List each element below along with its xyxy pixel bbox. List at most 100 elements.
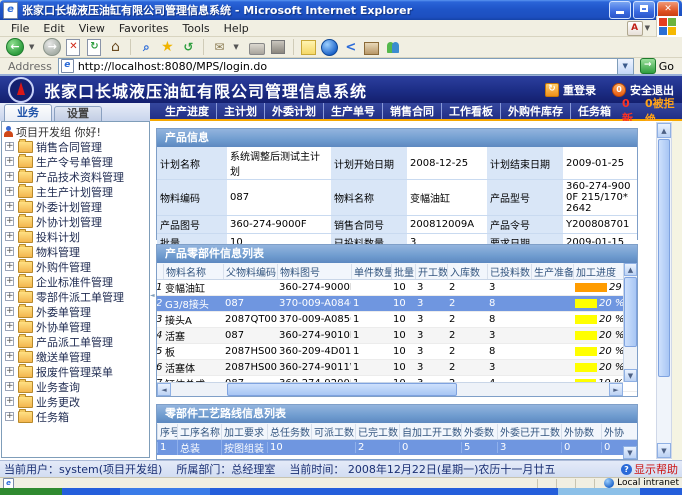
col-total-tasks[interactable]: 总任务数 xyxy=(267,424,311,439)
col-material-name[interactable]: 物料名称 xyxy=(163,264,223,279)
sidebar-item-master-plan[interactable]: +主生产计划管理 xyxy=(2,184,149,199)
print-icon[interactable] xyxy=(248,38,266,56)
mail-dropdown-icon[interactable]: ▼ xyxy=(233,43,238,51)
research-book-icon[interactable] xyxy=(363,38,381,56)
nav-purchased-inventory[interactable]: 外购件库存 xyxy=(500,103,570,119)
col-batch[interactable]: 批量 xyxy=(391,264,415,279)
taskbar-button[interactable] xyxy=(120,488,210,495)
expand-icon[interactable]: + xyxy=(5,232,14,241)
expand-icon[interactable]: + xyxy=(5,397,14,406)
expand-icon[interactable]: + xyxy=(5,262,14,271)
scrollbar-thumb[interactable] xyxy=(658,139,670,377)
scroll-down-icon[interactable]: ▼ xyxy=(624,369,637,382)
menu-help[interactable]: Help xyxy=(217,22,256,35)
expand-icon[interactable]: + xyxy=(5,292,14,301)
home-icon[interactable]: ⌂ xyxy=(106,38,124,56)
mail-icon[interactable]: ✉ xyxy=(210,38,228,56)
expand-icon[interactable]: + xyxy=(5,217,14,226)
pdf-toolbar-icon[interactable]: A xyxy=(627,21,643,36)
sidebar-item-coop-order[interactable]: +外协单管理 xyxy=(2,319,149,334)
sidebar-item-purchased-parts[interactable]: +外购件管理 xyxy=(2,259,149,274)
sidebar-item-coop-plan[interactable]: +外协计划管理 xyxy=(2,214,149,229)
note-icon[interactable] xyxy=(300,38,318,56)
nav-task-box[interactable]: 任务箱 xyxy=(570,103,618,119)
maximize-button[interactable] xyxy=(633,1,655,19)
col-outsourced-started[interactable]: 外委已开工数 xyxy=(497,424,561,439)
expand-icon[interactable]: + xyxy=(5,337,14,346)
nav-outsource-plan[interactable]: 外委计划 xyxy=(264,103,323,119)
expand-icon[interactable]: + xyxy=(5,367,14,376)
expand-icon[interactable]: + xyxy=(5,247,14,256)
nav-master-plan[interactable]: 主计划 xyxy=(216,103,264,119)
sidebar-item-scrap-mgmt[interactable]: +报废件管理菜单 xyxy=(2,364,149,379)
col-started[interactable]: 开工数 xyxy=(415,264,447,279)
flashget-icon[interactable]: < xyxy=(342,38,360,56)
parts-vertical-scrollbar[interactable]: ▲ ▼ xyxy=(623,263,637,382)
col-unit-qty[interactable]: 单件数量 xyxy=(351,264,391,279)
expand-icon[interactable]: + xyxy=(5,277,14,286)
col-drawing-no[interactable]: 物料图号 xyxy=(277,264,351,279)
taskbar-button[interactable] xyxy=(558,488,640,495)
nav-production-order[interactable]: 生产单号 xyxy=(323,103,382,119)
menu-tools[interactable]: Tools xyxy=(176,22,217,35)
menu-view[interactable]: View xyxy=(72,22,112,35)
expand-icon[interactable]: + xyxy=(5,352,14,361)
edit-icon[interactable] xyxy=(269,38,287,56)
sidebar-item-business-change[interactable]: +业务更改 xyxy=(2,394,149,409)
table-row[interactable]: 1 变幅油缸 360-274-9000F 103 23 29 % xyxy=(157,280,637,296)
sidebar-item-sales-contract[interactable]: +销售合同管理 xyxy=(2,139,149,154)
refresh-icon[interactable]: ↻ xyxy=(85,38,103,56)
tab-settings[interactable]: 设置 xyxy=(54,106,102,121)
scroll-right-icon[interactable]: ► xyxy=(609,383,623,396)
page-vertical-scrollbar[interactable]: ▲ ▼ xyxy=(656,122,672,459)
col-self-started[interactable]: 自加工开工数 xyxy=(399,424,461,439)
expand-icon[interactable]: + xyxy=(5,202,14,211)
expand-icon[interactable]: + xyxy=(5,307,14,316)
table-row[interactable]: 4 活塞087 360-274-9010F1 103 23 20 % xyxy=(157,328,637,344)
sidebar-item-task-box[interactable]: +任务箱 xyxy=(2,409,149,424)
expand-icon[interactable]: + xyxy=(5,157,14,166)
forward-icon[interactable]: → xyxy=(43,38,61,56)
sidebar-item-outsource-order[interactable]: +外委单管理 xyxy=(2,304,149,319)
table-row[interactable]: 5 板2087HS002 360-209-4D0101 103 28 20 % xyxy=(157,344,637,360)
scroll-up-icon[interactable]: ▲ xyxy=(657,123,671,138)
relogin-button[interactable]: ↻ 重登录 xyxy=(545,82,596,98)
go-button[interactable]: → Go xyxy=(634,58,680,74)
col-prep[interactable]: 生产准备 xyxy=(531,264,573,279)
col-finished[interactable]: 已完工数 xyxy=(355,424,399,439)
nav-production-progress[interactable]: 生产进度 xyxy=(158,103,216,119)
nav-sales-contract[interactable]: 销售合同 xyxy=(382,103,441,119)
process-row-selected[interactable]: 1总装 按图组装10 2 05 30 0 xyxy=(157,440,637,455)
col-coop-cut[interactable]: 外协 xyxy=(601,424,637,439)
menu-edit[interactable]: Edit xyxy=(36,22,71,35)
show-help-button[interactable]: ? 显示帮助 xyxy=(621,461,678,477)
expand-icon[interactable]: + xyxy=(5,172,14,181)
sidebar-item-feeding-plan[interactable]: +投料计划 xyxy=(2,229,149,244)
sidebar-item-standard-parts[interactable]: +企业标准件管理 xyxy=(2,274,149,289)
back-icon[interactable]: ← xyxy=(6,38,24,56)
col-requirement[interactable]: 加工要求 xyxy=(221,424,267,439)
web-globe-icon[interactable] xyxy=(321,38,339,56)
sidebar-item-outsource-plan[interactable]: +外委计划管理 xyxy=(2,199,149,214)
col-invested[interactable]: 已投料数 xyxy=(487,264,531,279)
col-outsourced[interactable]: 外委数 xyxy=(461,424,497,439)
scroll-down-icon[interactable]: ▼ xyxy=(657,443,671,458)
sidebar-item-business-query[interactable]: +业务查询 xyxy=(2,379,149,394)
search-icon[interactable]: ⌕ xyxy=(137,38,155,56)
address-input[interactable]: e http://localhost:8080/MPS/login.do xyxy=(58,58,618,75)
col-coop[interactable]: 外协数 xyxy=(561,424,601,439)
messenger-icon[interactable] xyxy=(384,38,402,56)
sidebar-item-material-mgmt[interactable]: +物料管理 xyxy=(2,244,149,259)
scrollbar-thumb[interactable] xyxy=(624,277,637,347)
sidebar-item-parts-dispatch[interactable]: +零部件派工单管理 xyxy=(2,289,149,304)
minimize-button[interactable] xyxy=(609,1,631,19)
back-dropdown-icon[interactable]: ▼ xyxy=(29,43,34,51)
col-seq[interactable]: 序号 xyxy=(157,424,177,439)
table-row[interactable]: 3 接头A2087QT002 370-009-A08501 103 28 20 … xyxy=(157,312,637,328)
expand-icon[interactable]: + xyxy=(5,412,14,421)
menu-file[interactable]: File xyxy=(4,22,36,35)
favorites-icon[interactable]: ★ xyxy=(158,38,176,56)
address-dropdown-icon[interactable]: ▼ xyxy=(618,58,634,75)
scroll-left-icon[interactable]: ◄ xyxy=(157,383,171,396)
expand-icon[interactable]: + xyxy=(5,142,14,151)
